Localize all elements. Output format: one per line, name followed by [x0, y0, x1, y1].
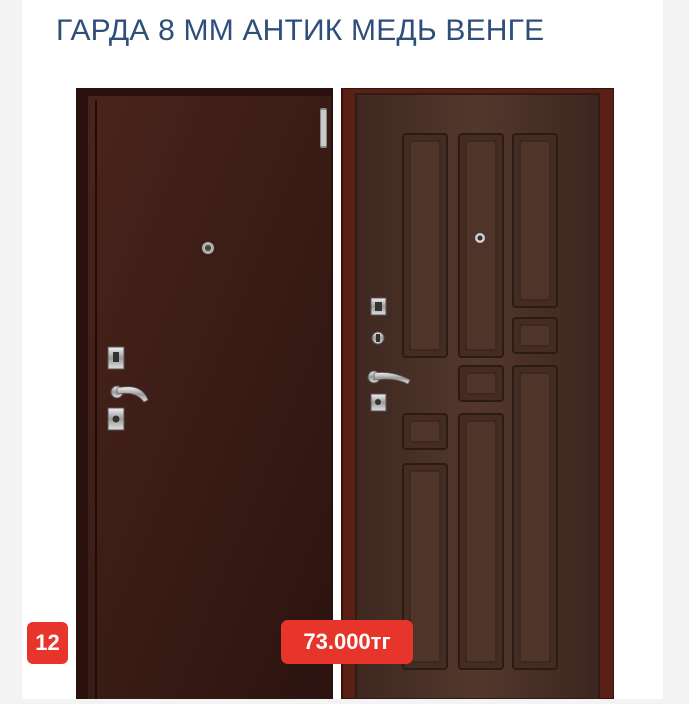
- door-inner-side: [341, 87, 615, 700]
- door-image: [76, 87, 615, 700]
- product-photo[interactable]: [76, 87, 615, 700]
- price-badge: 73.000тг: [281, 620, 413, 664]
- door-outer-side: [76, 88, 333, 699]
- product-title: ГАРДА 8 ММ АНТИК МЕДЬ ВЕНГЕ: [56, 14, 545, 47]
- image-count-badge: 12: [27, 622, 68, 664]
